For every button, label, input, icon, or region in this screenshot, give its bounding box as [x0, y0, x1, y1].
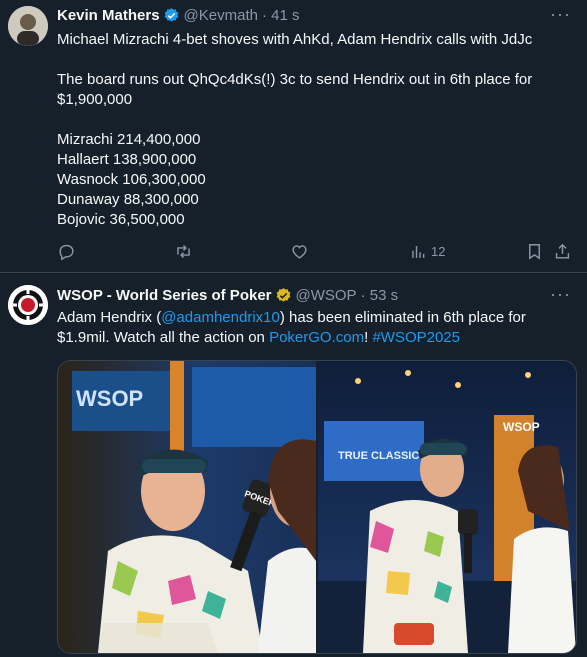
hashtag-link[interactable]: #WSOP2025 [372, 329, 460, 346]
tweet-photo-2[interactable]: TRUE CLASSIC WSOP [318, 361, 576, 653]
avatar[interactable] [8, 6, 48, 46]
bookmark-icon [529, 243, 540, 260]
tweet-line: The board runs out QhQc4dKs(!) 3c to sen… [57, 71, 533, 88]
tweet-media-grid[interactable]: WSOP POKER TRUE CLASSIC WSOP [57, 360, 577, 654]
timestamp[interactable]: · 53 s [361, 287, 399, 304]
reply-icon [59, 244, 74, 261]
tweet-text: Michael Mizrachi 4-bet shoves with AhKd,… [57, 30, 569, 230]
more-icon[interactable]: ··· [550, 4, 571, 25]
tweet-line: Wasnock 106,300,000 [57, 171, 206, 188]
reply-button[interactable] [57, 240, 76, 262]
tweet-line: Michael Mizrachi 4-bet shoves with AhKd,… [57, 31, 533, 48]
tweet-line: Adam Hendrix (@adamhendrix10) has been e… [57, 308, 569, 328]
text-segment: $1.9mil. Watch all the action on [57, 329, 270, 346]
screen-text: TRUE CLASSIC [338, 450, 419, 462]
tweet-line: $1.9mil. Watch all the action on PokerGO… [57, 328, 569, 348]
tweet-photo-1[interactable]: WSOP POKER [58, 361, 322, 653]
share-icon [555, 243, 570, 259]
tweet-header: WSOP - World Series of Poker @WSOP · 53 … [57, 287, 398, 304]
text-segment: ) has been eliminated in 6th place for [279, 309, 526, 326]
url-link[interactable]: PokerGO.com [269, 329, 364, 346]
more-icon[interactable]: ··· [550, 284, 571, 305]
tweet-line-gap [57, 50, 569, 70]
bookmark-button[interactable] [525, 240, 544, 262]
like-button[interactable] [290, 240, 309, 262]
tweet-line: $1,900,000 [57, 91, 133, 108]
verified-gold-badge-icon [276, 288, 290, 302]
author-name[interactable]: WSOP - World Series of Poker [57, 287, 272, 304]
retweet-button[interactable] [174, 240, 193, 262]
text-segment: Adam Hendrix ( [57, 309, 162, 326]
tweet-text: Adam Hendrix (@adamhendrix10) has been e… [57, 308, 569, 348]
author-name[interactable]: Kevin Mathers [57, 7, 160, 24]
author-handle[interactable]: @Kevmath [184, 7, 258, 24]
author-handle[interactable]: @WSOP [296, 287, 357, 304]
verified-badge-icon [164, 8, 178, 22]
tweet-line: Mizrachi 214,400,000 [57, 131, 201, 148]
views-icon [412, 245, 425, 258]
timestamp[interactable]: · 41 s [262, 7, 300, 24]
like-icon [292, 244, 307, 259]
avatar[interactable] [8, 285, 48, 325]
tweet-line: Bojovic 36,500,000 [57, 211, 185, 228]
interview-photo-1: WSOP POKER [58, 361, 322, 653]
tweet-line: Dunaway 88,300,000 [57, 191, 199, 208]
mention-link[interactable]: @adamhendrix10 [161, 309, 280, 326]
sign-text: WSOP [76, 386, 143, 411]
views-count: 12 [431, 243, 446, 259]
tweet-kevin-mathers[interactable]: Kevin Mathers @Kevmath · 41 s ··· Michae… [0, 0, 587, 273]
tweet-actions: 12 [57, 240, 573, 262]
retweet-icon [177, 244, 190, 258]
interview-photo-2: TRUE CLASSIC WSOP [318, 361, 576, 653]
sign-text: WSOP [503, 420, 540, 434]
tweet-line-gap [57, 110, 569, 130]
tweet-header: Kevin Mathers @Kevmath · 41 s [57, 7, 299, 24]
views-button[interactable]: 12 [409, 240, 445, 262]
tweet-line: Hallaert 138,900,000 [57, 151, 197, 168]
share-button[interactable] [553, 240, 572, 262]
wsop-logo-icon [8, 285, 48, 325]
